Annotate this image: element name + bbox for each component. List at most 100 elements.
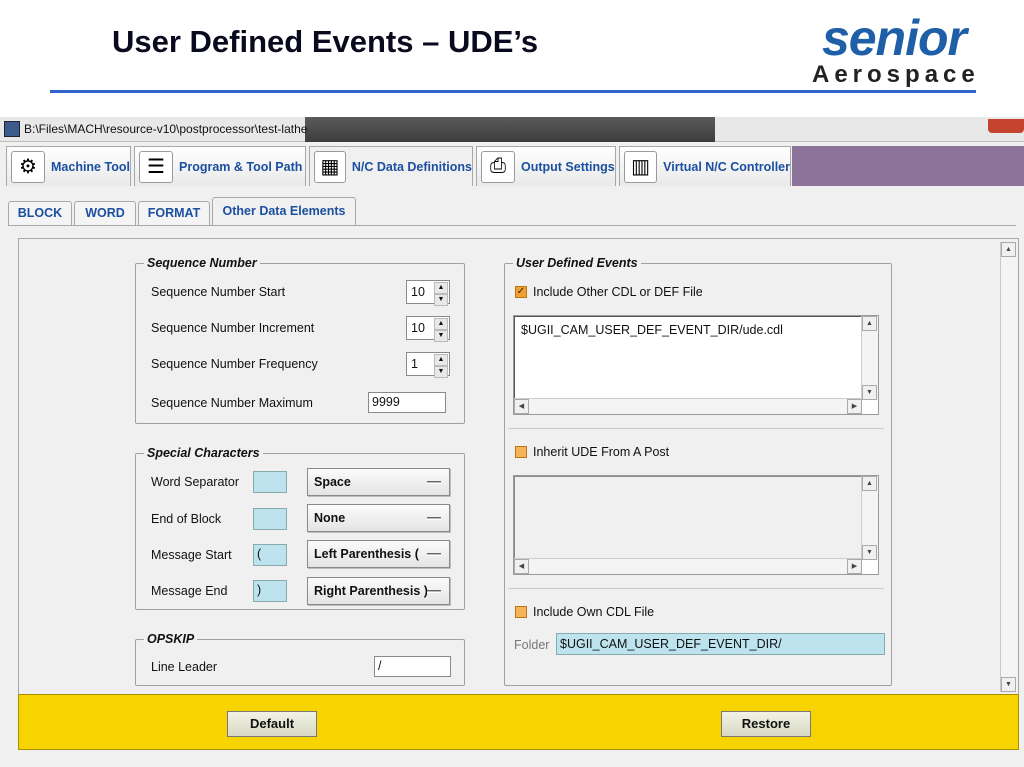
sequence-frequency-value: 1 (411, 357, 418, 371)
machine-tool-icon: ⚙ (11, 150, 45, 183)
tab-virtual-nc-controller[interactable]: ▥ Virtual N/C Controller (619, 146, 791, 186)
line-leader-label: Line Leader (151, 660, 218, 674)
vertical-scrollbar[interactable]: ▲ ▼ (861, 476, 878, 560)
program-tool-path-icon: ☰ (139, 150, 173, 183)
scroll-right-icon[interactable]: ▶ (847, 559, 862, 574)
senior-aerospace-logo: senior Aerospace (806, 12, 996, 90)
word-separator-dropdown[interactable]: Space (307, 468, 450, 496)
tab-label: Program & Tool Path (179, 159, 303, 174)
folder-field[interactable]: $UGII_CAM_USER_DEF_EVENT_DIR/ (556, 633, 885, 655)
tab-label: Output Settings (521, 159, 615, 174)
dropdown-indicator-icon (427, 517, 441, 520)
title-rule (50, 90, 976, 93)
spin-up-icon[interactable]: ▲ (434, 318, 448, 330)
spin-up-icon[interactable]: ▲ (434, 282, 448, 294)
spin-up-icon[interactable]: ▲ (434, 354, 448, 366)
subtab-format[interactable]: FORMAT (138, 201, 210, 225)
subtab-word[interactable]: WORD (74, 201, 136, 225)
scroll-left-icon[interactable]: ◀ (514, 399, 529, 414)
folder-label: Folder (514, 638, 550, 652)
tab-machine-tool[interactable]: ⚙ Machine Tool (6, 146, 131, 186)
logo-aerospace-text: Aerospace (812, 61, 980, 88)
line-leader-field[interactable]: / (374, 656, 451, 677)
spin-down-icon[interactable]: ▼ (434, 330, 448, 342)
virtual-nc-controller-icon: ▥ (624, 150, 658, 183)
logo-senior-text: senior (821, 10, 967, 66)
slide-title: User Defined Events – UDE’s (112, 24, 539, 59)
user-defined-events-legend: User Defined Events (516, 256, 638, 270)
subtab-block[interactable]: BLOCK (8, 201, 72, 225)
include-other-checkbox[interactable]: ✓ (515, 286, 527, 298)
tab-output-settings[interactable]: ⎙ Output Settings (476, 146, 616, 186)
inherit-ude-label: Inherit UDE From A Post (533, 445, 670, 459)
tab-label: Virtual N/C Controller (663, 159, 790, 174)
scroll-left-icon[interactable]: ◀ (514, 559, 529, 574)
inherit-ude-area[interactable]: ▲ ▼ ◀ ▶ (513, 475, 879, 575)
sequence-increment-value: 10 (411, 321, 425, 335)
vertical-scrollbar[interactable]: ▲ ▼ (861, 316, 878, 400)
dropdown-indicator-icon (427, 481, 441, 484)
window-title: B:\Files\MACH\resource-v10\postprocessor… (24, 122, 308, 136)
restore-button[interactable]: Restore (721, 711, 811, 737)
scroll-right-icon[interactable]: ▶ (847, 399, 862, 414)
footer-bar: Default Restore (18, 694, 1019, 750)
scroll-up-icon[interactable]: ▲ (862, 476, 877, 491)
window-titlebar: B:\Files\MACH\resource-v10\postprocessor… (0, 117, 1024, 142)
sequence-frequency-label: Sequence Number Frequency (151, 357, 318, 371)
end-of-block-char[interactable] (253, 508, 287, 530)
include-other-label: Include Other CDL or DEF File (533, 285, 703, 299)
sequence-maximum-field[interactable]: 9999 (368, 392, 446, 413)
special-characters-legend: Special Characters (147, 446, 260, 460)
tab-program-tool-path[interactable]: ☰ Program & Tool Path (134, 146, 306, 186)
default-button[interactable]: Default (227, 711, 317, 737)
include-own-checkbox[interactable] (515, 606, 527, 618)
dropdown-indicator-icon (427, 553, 441, 556)
sequence-start-label: Sequence Number Start (151, 285, 286, 299)
dropdown-value: Right Parenthesis ) (314, 584, 428, 598)
tab-label: N/C Data Definitions (351, 159, 472, 174)
main-vertical-scrollbar[interactable]: ▲ ▼ (1000, 242, 1017, 692)
message-start-char[interactable]: ( (253, 544, 287, 566)
word-separator-char[interactable] (253, 471, 287, 493)
sequence-frequency-spinner[interactable]: 1 ▲ ▼ (406, 352, 450, 378)
message-start-label: Message Start (151, 548, 232, 562)
opskip-legend: OPSKIP (147, 632, 195, 646)
tab-nc-data-definitions[interactable]: ▦ N/C Data Definitions (309, 146, 473, 186)
printer-icon: ⎙ (481, 150, 515, 183)
end-of-block-dropdown[interactable]: None (307, 504, 450, 532)
spin-down-icon[interactable]: ▼ (434, 294, 448, 306)
sequence-increment-label: Sequence Number Increment (151, 321, 315, 335)
message-end-label: Message End (151, 584, 228, 598)
nc-data-definitions-icon: ▦ (314, 150, 346, 183)
scroll-up-icon[interactable]: ▲ (862, 316, 877, 331)
dropdown-value: Space (314, 475, 351, 489)
include-other-path-area[interactable]: $UGII_CAM_USER_DEF_EVENT_DIR/ude.cdl ▲ ▼… (513, 315, 879, 415)
message-end-char[interactable]: ) (253, 580, 287, 602)
scroll-down-icon[interactable]: ▼ (1001, 677, 1016, 692)
dropdown-value: Left Parenthesis ( (314, 547, 419, 561)
dropdown-value: None (314, 511, 346, 525)
sequence-number-legend: Sequence Number (147, 256, 257, 270)
close-icon[interactable] (988, 119, 1024, 133)
scroll-down-icon[interactable]: ▼ (862, 545, 877, 560)
include-other-path-text: $UGII_CAM_USER_DEF_EVENT_DIR/ude.cdl (514, 316, 862, 400)
sequence-start-value: 10 (411, 285, 425, 299)
horizontal-scrollbar[interactable]: ◀ ▶ (514, 558, 862, 574)
sequence-maximum-label: Sequence Number Maximum (151, 396, 313, 410)
sequence-increment-spinner[interactable]: 10 ▲ ▼ (406, 316, 450, 342)
app-icon (4, 121, 20, 137)
scroll-up-icon[interactable]: ▲ (1001, 242, 1016, 257)
dropdown-indicator-icon (427, 590, 441, 593)
tab-label: Machine Tool (51, 159, 130, 174)
scroll-down-icon[interactable]: ▼ (862, 385, 877, 400)
main-tab-bar: ⚙ Machine Tool ☰ Program & Tool Path ▦ N… (0, 144, 1024, 188)
end-of-block-label: End of Block (151, 512, 222, 526)
message-start-dropdown[interactable]: Left Parenthesis ( (307, 540, 450, 568)
inherit-ude-checkbox[interactable] (515, 446, 527, 458)
spin-down-icon[interactable]: ▼ (434, 366, 448, 378)
horizontal-scrollbar[interactable]: ◀ ▶ (514, 398, 862, 414)
message-end-dropdown[interactable]: Right Parenthesis ) (307, 577, 450, 605)
subtab-other-data-elements[interactable]: Other Data Elements (212, 197, 356, 225)
sequence-start-spinner[interactable]: 10 ▲ ▼ (406, 280, 450, 306)
include-own-label: Include Own CDL File (533, 605, 655, 619)
